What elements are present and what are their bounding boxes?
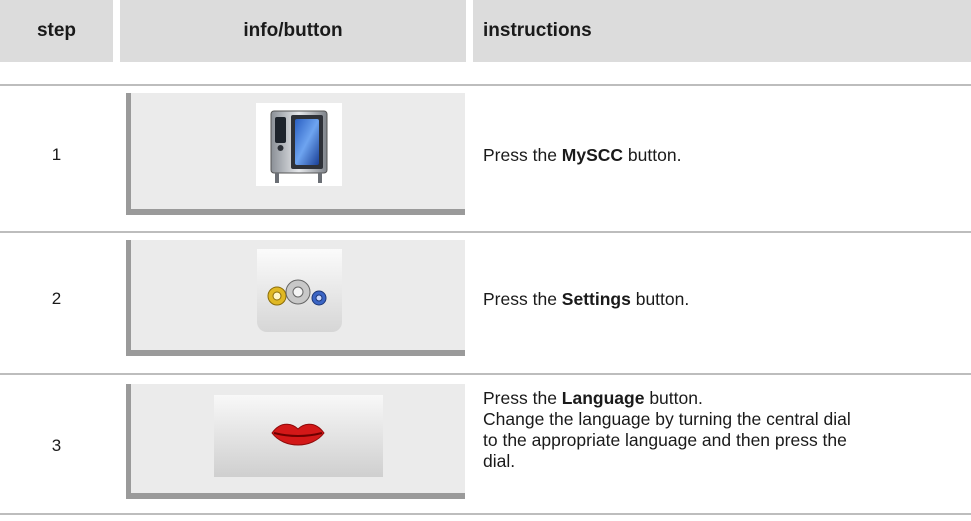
header-info: info/button [120, 0, 466, 62]
divider [0, 513, 971, 515]
instruction-3-post: button. [644, 388, 703, 408]
header-info-label: info/button [243, 20, 343, 41]
instruction-3-line-4: dial. [483, 451, 516, 471]
language-button[interactable] [214, 395, 383, 477]
instruction-3: Press the Language button. Change the la… [483, 388, 958, 472]
header-instructions-label: instructions [483, 20, 592, 41]
instruction-2: Press the Settings button. [483, 289, 958, 310]
instruction-2-button-name: Settings [561, 289, 631, 309]
step-number-3: 3 [51, 436, 62, 455]
divider [0, 84, 971, 86]
header-step: step [0, 0, 113, 62]
gears-icon [267, 279, 327, 306]
instruction-3-line-3: to the appropriate language and then pre… [483, 430, 847, 450]
instruction-2-pre: Press the [483, 289, 562, 309]
divider [0, 231, 971, 233]
oven-icon [270, 110, 328, 183]
divider [0, 373, 971, 375]
myscc-button[interactable] [256, 103, 342, 186]
instruction-2-post: button. [630, 289, 690, 309]
step-number-1: 1 [51, 145, 62, 164]
instruction-1-post: button. [623, 145, 682, 165]
instruction-3-pre: Press the [483, 388, 562, 408]
step-number-2: 2 [51, 289, 62, 308]
header-instructions: instructions [473, 0, 971, 62]
instruction-3-button-name: Language [561, 388, 645, 408]
lips-icon [271, 423, 325, 446]
settings-button[interactable] [257, 249, 342, 332]
instruction-3-line-2: Change the language by turning the centr… [483, 409, 851, 429]
instruction-1-button-name: MySCC [561, 145, 624, 165]
instruction-1-pre: Press the [483, 145, 562, 165]
header-step-label: step [36, 20, 77, 41]
instruction-1: Press the MySCC button. [483, 145, 958, 166]
